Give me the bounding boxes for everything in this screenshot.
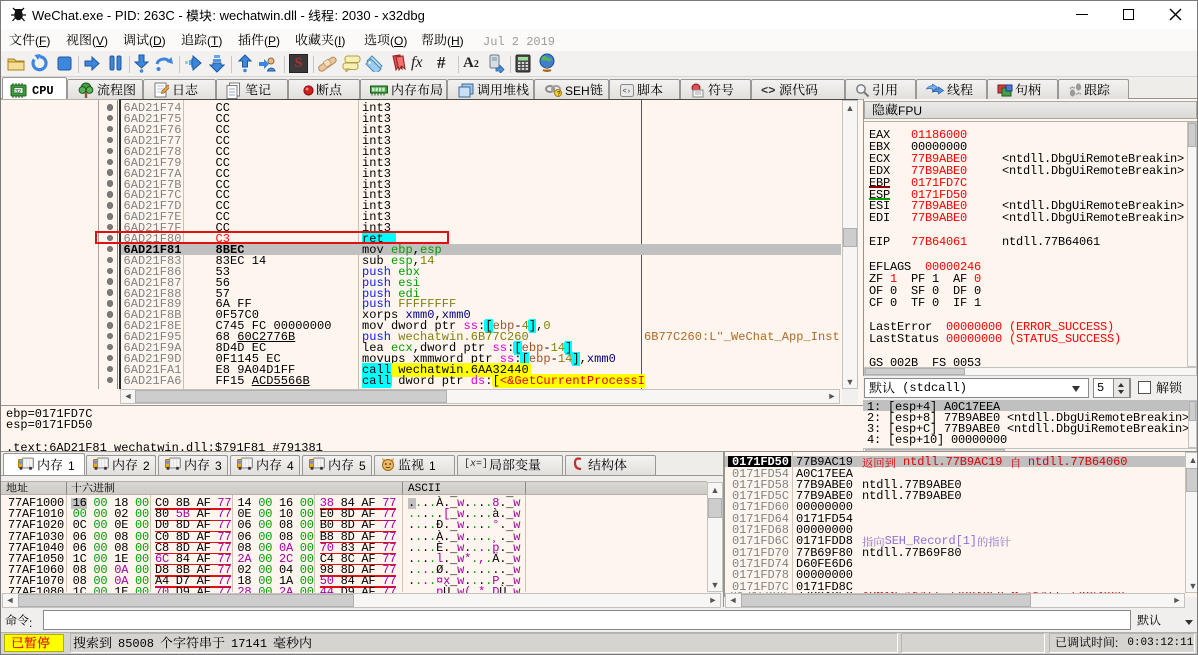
svg-text:<›: <› — [623, 88, 631, 96]
svg-text:?: ? — [557, 91, 561, 98]
svg-text:32: 32 — [15, 89, 21, 95]
